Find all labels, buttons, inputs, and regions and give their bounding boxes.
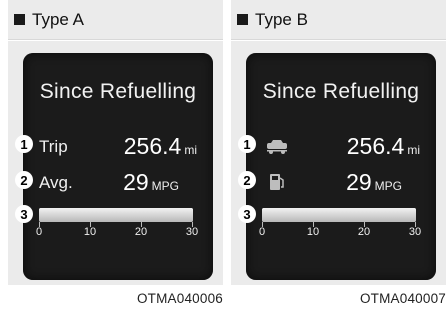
tick-label-0: 0 xyxy=(35,226,43,238)
trip-unit: mi xyxy=(407,143,420,157)
square-bullet-icon xyxy=(14,14,25,25)
display-heading: Since Refuelling xyxy=(262,80,420,103)
panel-header: Type B xyxy=(231,0,446,40)
tick-label-30: 30 xyxy=(408,226,422,238)
tick-label-20: 20 xyxy=(357,226,371,238)
tick-label-10: 10 xyxy=(83,226,97,238)
avg-economy: 29 xyxy=(123,169,149,195)
avg-value: 29 MPG xyxy=(123,169,179,196)
panel-type-b: Type B Since Refuelling 1 256.4 mi 2 29 … xyxy=(231,0,446,310)
avg-value: 29 MPG xyxy=(346,169,402,196)
panel-type-a: Type A Since Refuelling 1 Trip 256.4 mi 2… xyxy=(8,0,223,310)
callout-badge-2: 2 xyxy=(15,171,33,189)
fuel-pump-icon xyxy=(270,174,284,190)
tick-label-10: 10 xyxy=(306,226,320,238)
avg-unit: MPG xyxy=(374,179,402,193)
trip-value: 256.4 mi xyxy=(124,133,197,160)
panel-header: Type A xyxy=(8,0,223,40)
panel-body: Since Refuelling 1 Trip 256.4 mi 2 Avg. 2… xyxy=(8,41,223,285)
callout-badge-1: 1 xyxy=(15,135,33,153)
square-bullet-icon xyxy=(237,14,248,25)
callout-badge-1: 1 xyxy=(238,135,256,153)
gauge-fill xyxy=(262,208,416,222)
fuel-economy-gauge xyxy=(39,208,193,222)
figure-caption: OTMA040007 xyxy=(359,291,446,306)
panel-title: Type B xyxy=(255,9,308,29)
avg-economy: 29 xyxy=(346,169,372,195)
callout-badge-3: 3 xyxy=(238,205,256,223)
callout-badge-3: 3 xyxy=(15,205,33,223)
callout-badge-2: 2 xyxy=(238,171,256,189)
car-icon xyxy=(267,140,287,154)
gauge-fill xyxy=(39,208,193,222)
trip-unit: mi xyxy=(184,143,197,157)
trip-label: Trip xyxy=(39,137,68,156)
trip-distance: 256.4 xyxy=(123,133,182,159)
cluster-display: Since Refuelling 1 Trip 256.4 mi 2 Avg. 2… xyxy=(15,53,213,280)
fuel-economy-gauge xyxy=(262,208,416,222)
tick-label-30: 30 xyxy=(185,226,199,238)
gauge-ticks xyxy=(39,222,193,228)
avg-unit: MPG xyxy=(151,179,179,193)
trip-distance: 256.4 xyxy=(346,133,405,159)
tick-label-20: 20 xyxy=(134,226,148,238)
avg-label: Avg. xyxy=(39,173,73,192)
display-heading: Since Refuelling xyxy=(39,80,197,103)
cluster-display: Since Refuelling 1 256.4 mi 2 29 MPG 3 0… xyxy=(238,53,436,280)
panel-body: Since Refuelling 1 256.4 mi 2 29 MPG 3 0… xyxy=(231,41,446,285)
panel-title: Type A xyxy=(32,9,84,29)
tick-label-0: 0 xyxy=(258,226,266,238)
figure-caption: OTMA040006 xyxy=(136,291,223,306)
trip-value: 256.4 mi xyxy=(347,133,420,160)
gauge-ticks xyxy=(262,222,416,228)
